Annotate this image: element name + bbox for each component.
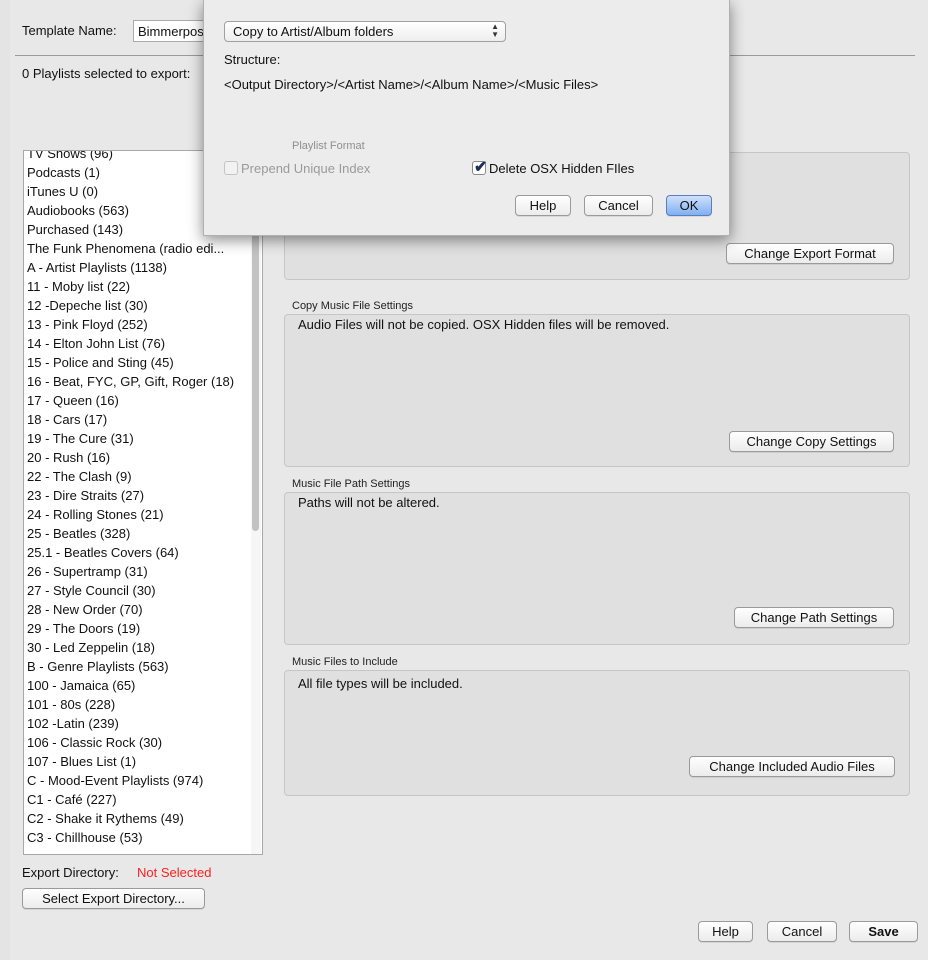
playlist-item[interactable]: 16 - Beat, FYC, GP, Gift, Roger (18) — [24, 372, 250, 391]
playlist-item[interactable]: 25 - Beatles (328) — [24, 524, 250, 543]
change-copy-settings-button[interactable]: Change Copy Settings — [729, 431, 894, 452]
path-settings-text: Paths will not be altered. — [298, 495, 440, 510]
playlist-item[interactable]: 107 - Blues List (1) — [24, 752, 250, 771]
select-export-directory-button[interactable]: Select Export Directory... — [22, 888, 205, 909]
playlist-item[interactable]: 19 - The Cure (31) — [24, 429, 250, 448]
playlist-item[interactable]: 12 -Depeche list (30) — [24, 296, 250, 315]
selected-count: 0 Playlists selected to export: — [22, 66, 191, 81]
save-button[interactable]: Save — [849, 921, 918, 942]
playlist-item[interactable]: 26 - Supertramp (31) — [24, 562, 250, 581]
dialog-help-button[interactable]: Help — [515, 195, 571, 216]
playlist-item[interactable]: 15 - Police and Sting (45) — [24, 353, 250, 372]
playlist-item[interactable]: 30 - Led Zeppelin (18) — [24, 638, 250, 657]
delete-hidden-files-label: Delete OSX Hidden FIles — [489, 161, 635, 176]
copy-settings-dialog: Copy to Artist/Album folders ▲ ▼ Structur… — [203, 0, 730, 236]
change-path-settings-button[interactable]: Change Path Settings — [734, 607, 894, 628]
change-included-audio-files-button[interactable]: Change Included Audio Files — [689, 756, 895, 777]
copy-mode-select[interactable]: Copy to Artist/Album folders ▲ ▼ — [224, 21, 506, 42]
change-export-format-button[interactable]: Change Export Format — [726, 243, 894, 264]
copy-mode-value: Copy to Artist/Album folders — [233, 24, 394, 39]
playlist-item[interactable]: 25.1 - Beatles Covers (64) — [24, 543, 250, 562]
path-settings-label: Music File Path Settings — [292, 478, 410, 490]
dialog-cancel-button[interactable]: Cancel — [584, 195, 653, 216]
export-directory-value: Not Selected — [137, 865, 212, 880]
playlist-item[interactable]: C - Mood-Event Playlists (974) — [24, 771, 250, 790]
playlist-item[interactable]: 18 - Cars (17) — [24, 410, 250, 429]
playlist-item[interactable]: 102 -Latin (239) — [24, 714, 250, 733]
playlist-item[interactable]: 13 - Pink Floyd (252) — [24, 315, 250, 334]
playlist-list[interactable]: TV Shows (96) Podcasts (1) iTunes U (0) Aud… — [23, 150, 263, 855]
include-files-label: Music Files to Include — [292, 656, 398, 668]
checkmark-icon: ✔ — [474, 159, 488, 176]
playlist-item[interactable]: The Funk Phenomena (radio edi... — [24, 239, 250, 258]
playlist-item[interactable]: C2 - Shake it Rythems (49) — [24, 809, 250, 828]
playlist-item[interactable]: 14 - Elton John List (76) — [24, 334, 250, 353]
playlist-item[interactable]: 11 - Moby list (22) — [24, 277, 250, 296]
updown-arrows-icon: ▲ ▼ — [491, 22, 499, 39]
playlist-item[interactable]: 24 - Rolling Stones (21) — [24, 505, 250, 524]
playlist-format-label: Playlist Format — [292, 140, 365, 152]
playlist-item[interactable]: 17 - Queen (16) — [24, 391, 250, 410]
playlist-item[interactable]: 27 - Style Council (30) — [24, 581, 250, 600]
playlist-item[interactable]: 29 - The Doors (19) — [24, 619, 250, 638]
export-directory-label: Export Directory: — [22, 865, 119, 880]
playlist-item[interactable]: 28 - New Order (70) — [24, 600, 250, 619]
delete-hidden-files-checkbox[interactable]: ✔ — [472, 159, 487, 176]
cancel-button[interactable]: Cancel — [767, 921, 837, 942]
help-button[interactable]: Help — [698, 921, 753, 942]
template-name-label: Template Name: — [22, 23, 117, 38]
playlist-item[interactable]: 101 - 80s (228) — [24, 695, 250, 714]
playlist-item[interactable]: C3 - Chillhouse (53) — [24, 828, 250, 847]
playlist-item[interactable]: 106 - Classic Rock (30) — [24, 733, 250, 752]
copy-settings-text: Audio Files will not be copied. OSX Hidd… — [298, 317, 670, 332]
dialog-ok-button[interactable]: OK — [666, 195, 712, 216]
playlist-item[interactable]: C1 - Café (227) — [24, 790, 250, 809]
playlist-item[interactable]: 22 - The Clash (9) — [24, 467, 250, 486]
prepend-index-checkbox[interactable] — [224, 161, 238, 175]
include-files-text: All file types will be included. — [298, 676, 463, 691]
playlist-item[interactable]: 23 - Dire Straits (27) — [24, 486, 250, 505]
playlist-item[interactable]: 20 - Rush (16) — [24, 448, 250, 467]
structure-text: <Output Directory>/<Artist Name>/<Album … — [224, 77, 599, 92]
scrollbar[interactable] — [251, 151, 261, 854]
playlist-item[interactable]: A - Artist Playlists (1138) — [24, 258, 250, 277]
copy-settings-label: Copy Music File Settings — [292, 300, 414, 312]
playlist-item[interactable]: B - Genre Playlists (563) — [24, 657, 250, 676]
playlist-item[interactable]: 100 - Jamaica (65) — [24, 676, 250, 695]
structure-label: Structure: — [224, 52, 281, 67]
prepend-index-label: Prepend Unique Index — [241, 161, 371, 176]
